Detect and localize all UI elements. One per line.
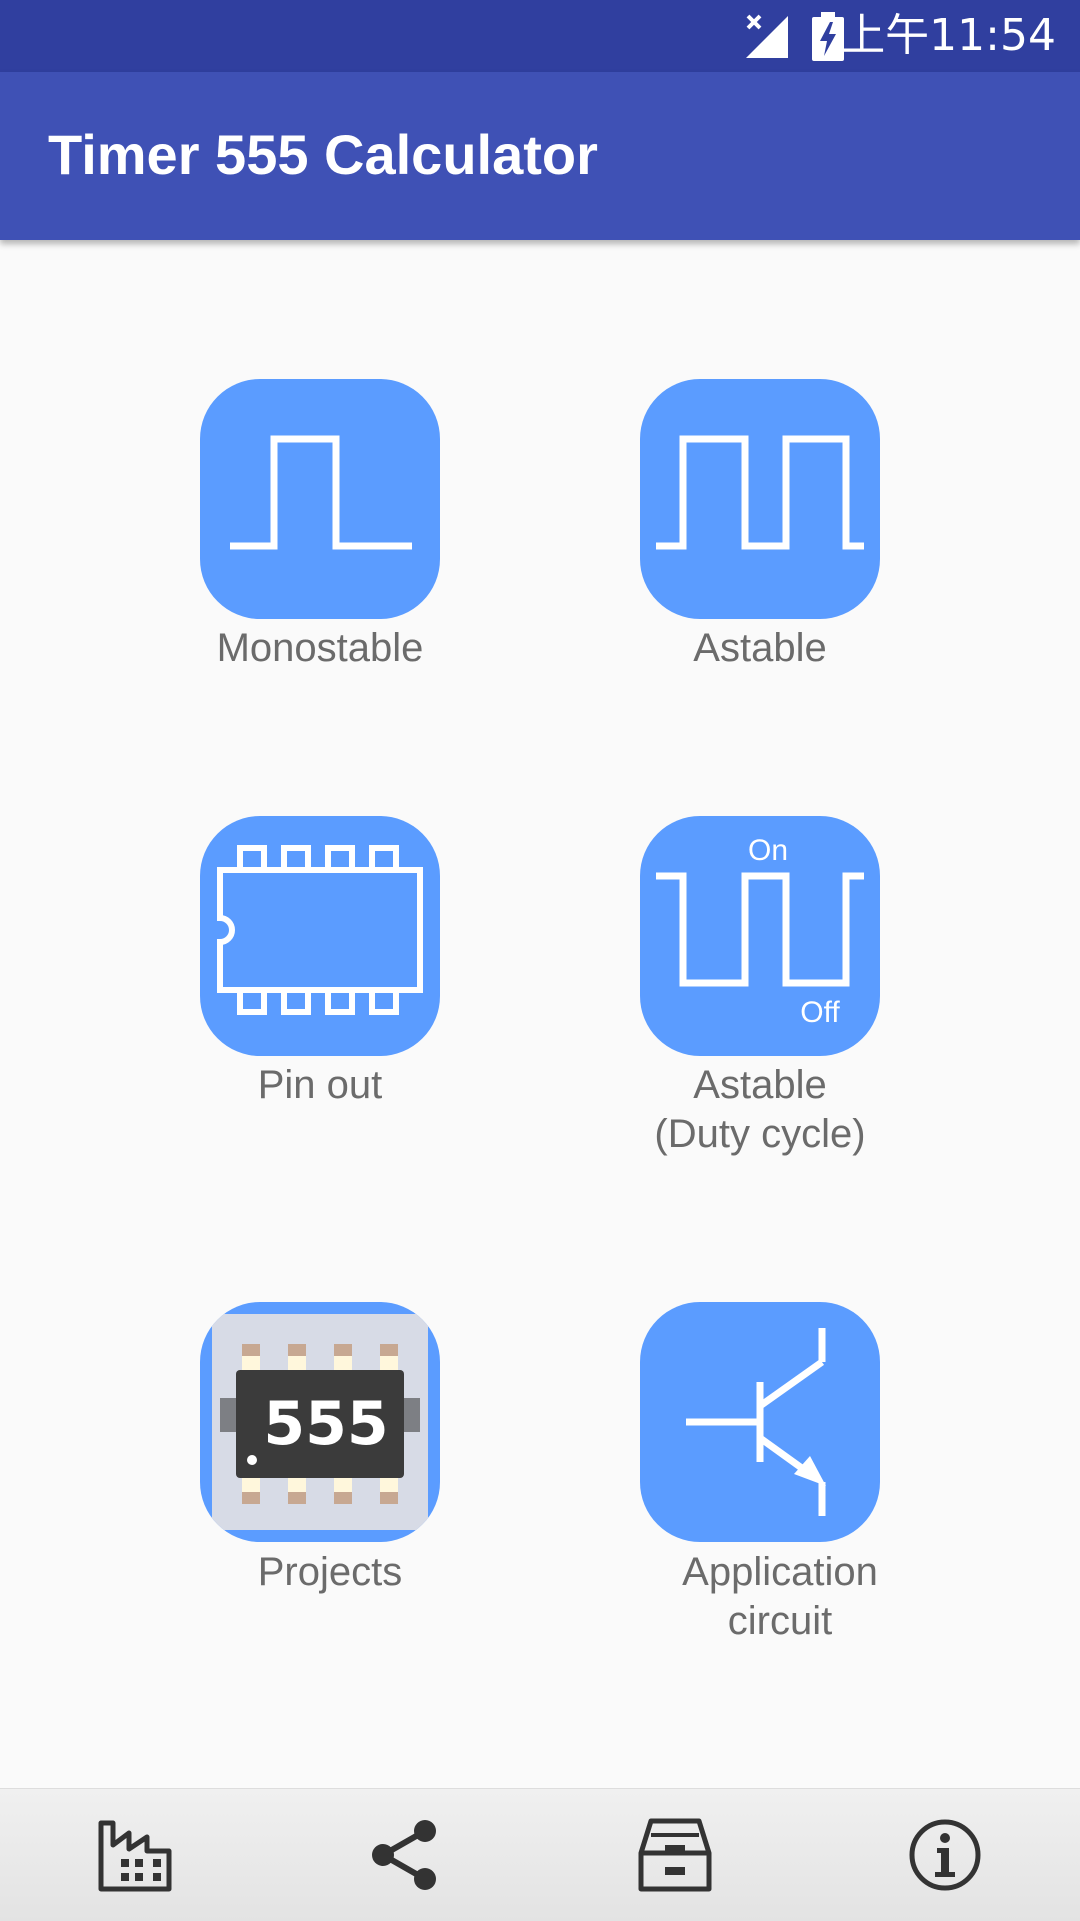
application-circuit-button[interactable] — [640, 1302, 880, 1542]
info-button[interactable] — [810, 1789, 1080, 1921]
555-chip-icon: 555 — [212, 1314, 428, 1530]
pin-out-label: Pin out — [257, 1063, 383, 1107]
archive-button[interactable] — [540, 1789, 810, 1921]
duty-off-text: Off — [800, 996, 840, 1029]
projects-label: Projects — [257, 1550, 403, 1594]
app-bar: Timer 555 Calculator — [0, 72, 1080, 240]
astable-square-wave-icon — [656, 435, 864, 550]
factory-button[interactable] — [0, 1789, 270, 1921]
monostable-pulse-icon — [230, 435, 412, 550]
factory-icon — [98, 1820, 172, 1892]
astable-duty-cycle-label: Astable (Duty cycle) — [654, 1063, 866, 1156]
app-title: Timer 555 Calculator — [48, 123, 598, 186]
monostable-label: Monostable — [216, 626, 424, 670]
archive-icon — [638, 1818, 712, 1892]
signal-no-service-icon — [746, 14, 788, 58]
monostable-button[interactable] — [200, 379, 440, 619]
astable-duty-cycle-button[interactable]: On Off — [640, 816, 880, 1056]
status-time: 上午11:54 — [841, 10, 1056, 61]
ic-chip-pinout-icon — [217, 845, 423, 1015]
duty-on-text: On — [748, 834, 788, 867]
bottom-bar — [0, 1788, 1080, 1921]
astable-label: Astable — [693, 626, 827, 670]
astable-button[interactable] — [640, 379, 880, 619]
share-icon — [372, 1820, 436, 1890]
status-bar: 上午11:54 — [0, 0, 1080, 72]
application-circuit-label: Application circuit — [682, 1550, 878, 1643]
pin-out-button[interactable] — [200, 816, 440, 1056]
info-icon — [909, 1819, 981, 1891]
share-button[interactable] — [270, 1789, 540, 1921]
transistor-icon — [686, 1328, 826, 1516]
chip-555-text: 555 — [263, 1389, 388, 1459]
duty-cycle-wave-icon: On Off — [656, 834, 864, 1029]
projects-button[interactable]: 555 — [200, 1302, 440, 1542]
